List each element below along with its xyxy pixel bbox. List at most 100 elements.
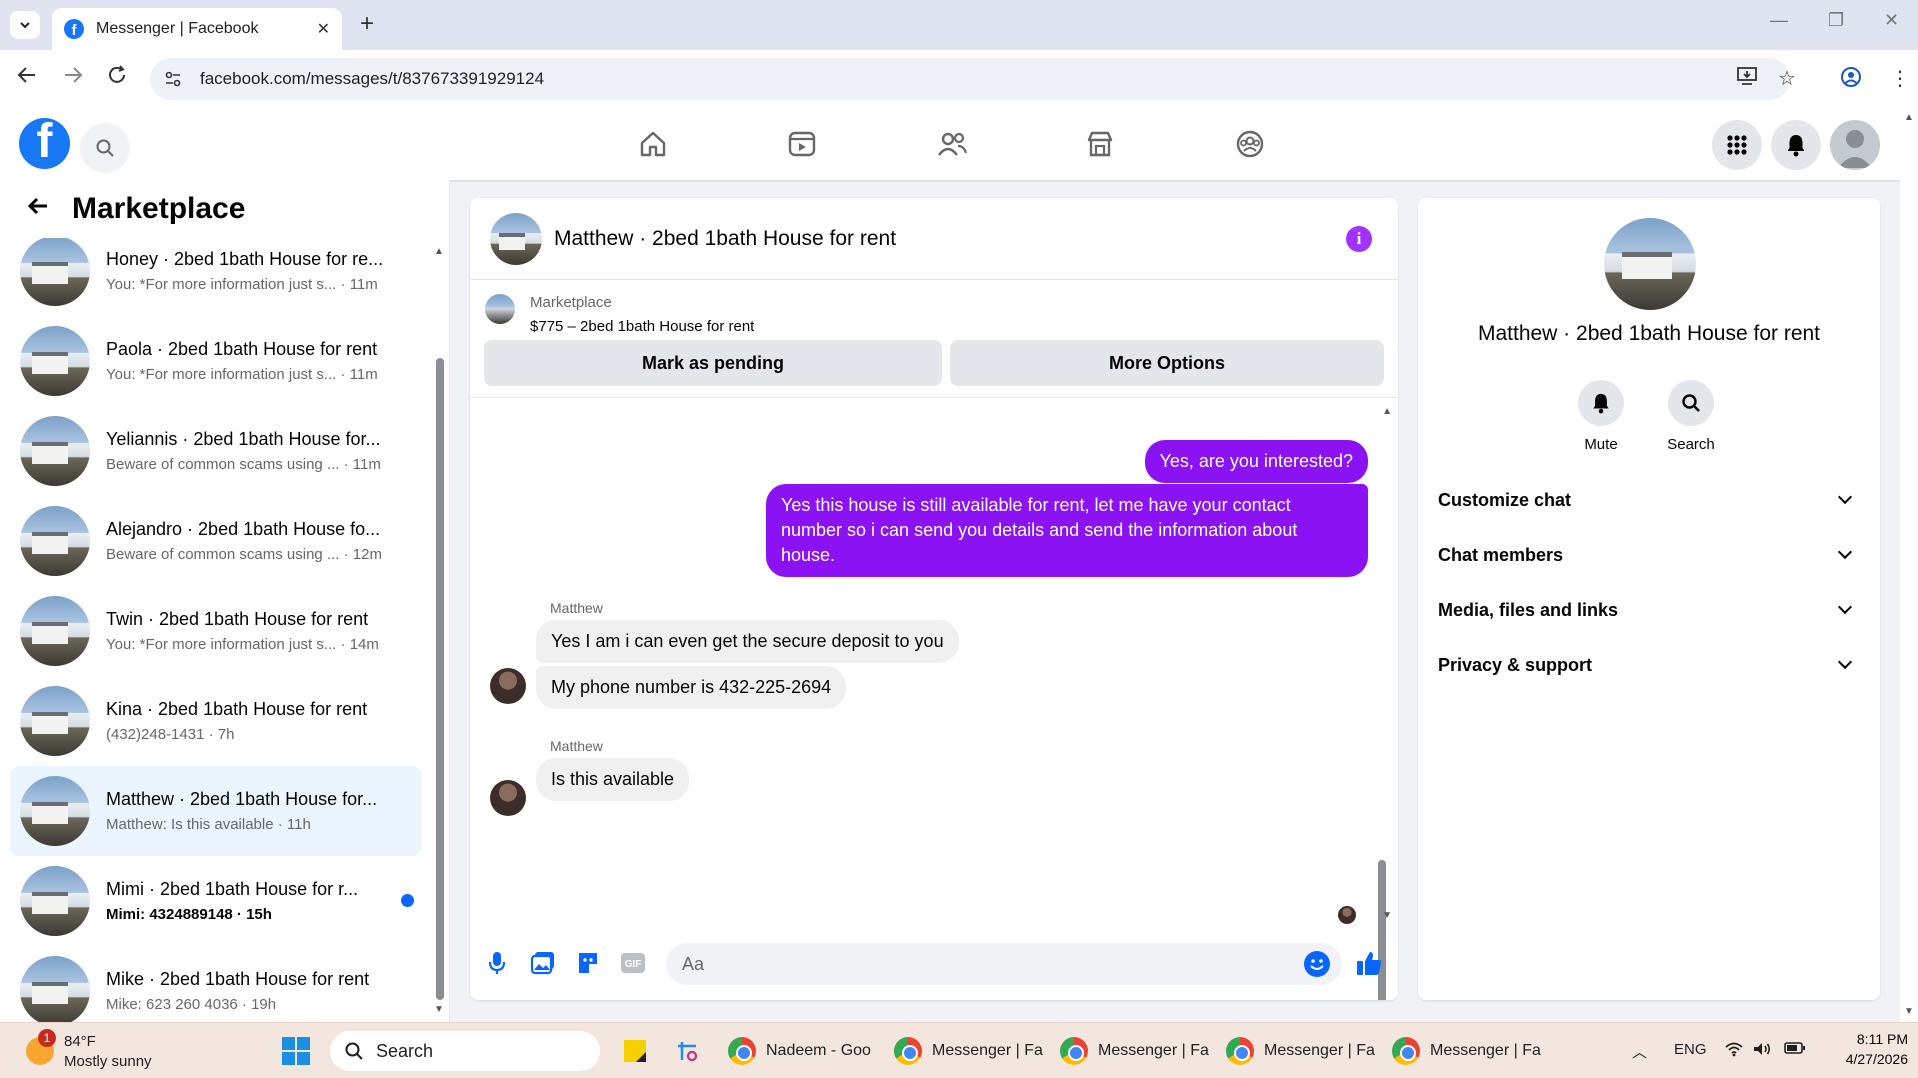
conversation-row[interactable]: Matthew · 2bed 1bath House for... Matthew… — [10, 766, 422, 856]
chat-listing-photo[interactable] — [490, 212, 542, 265]
more-options-button[interactable]: More Options — [950, 340, 1384, 386]
conversation-row[interactable]: Twin · 2bed 1bath House for rent You: *Fo… — [10, 586, 422, 676]
listing-thumbnail[interactable] — [485, 294, 515, 324]
restore-icon[interactable]: ❐ — [1828, 10, 1844, 31]
facebook-search-button[interactable] — [80, 123, 130, 173]
friends-nav-icon[interactable] — [932, 126, 972, 162]
mark-as-pending-button[interactable]: Mark as pending — [484, 340, 942, 386]
listing-title[interactable]: $775 – 2bed 1bath House for rent — [530, 318, 754, 335]
conversation-row[interactable]: Honey · 2bed 1bath House for re... You: *… — [10, 226, 422, 316]
media-files-links-section[interactable]: Media, files and links — [1438, 590, 1860, 630]
volume-icon[interactable] — [1752, 1041, 1772, 1061]
clock-date[interactable]: 4/27/2026 — [1828, 1051, 1908, 1067]
conversation-preview: You: *For more information just s... · 1… — [106, 276, 378, 293]
new-tab-button[interactable]: + — [352, 10, 382, 38]
privacy-support-section[interactable]: Privacy & support — [1438, 645, 1860, 685]
taskbar-app-chrome[interactable]: Messenger | Fa — [894, 1031, 1044, 1071]
tray-overflow-chevron-icon[interactable]: ︿ — [1632, 1041, 1647, 1062]
page-scrollbar[interactable]: ▲ ▼ — [1900, 108, 1918, 1022]
tab-search-button[interactable] — [10, 11, 40, 39]
facebook-logo-icon[interactable]: f — [19, 118, 70, 169]
matthew-avatar[interactable] — [490, 668, 526, 704]
seen-indicator-avatar — [1338, 906, 1356, 924]
taskbar-app-chrome[interactable]: Nadeem - Goo — [728, 1031, 878, 1071]
microphone-icon[interactable] — [482, 948, 512, 978]
conversation-text: Yeliannis · 2bed 1bath House for... Bewar… — [106, 429, 406, 473]
conversation-row[interactable]: Yeliannis · 2bed 1bath House for... Bewar… — [10, 406, 422, 496]
snipping-tool-icon[interactable] — [674, 1031, 704, 1071]
marketplace-nav-icon[interactable] — [1080, 126, 1120, 162]
conversation-name: Mike · 2bed 1bath House for rent — [106, 969, 370, 989]
battery-icon[interactable] — [1784, 1041, 1806, 1059]
chrome-icon — [1060, 1037, 1088, 1065]
taskbar-app-chrome[interactable]: Messenger | Fa — [1060, 1031, 1210, 1071]
mute-button[interactable]: Mute — [1556, 380, 1646, 453]
incoming-message: Yes I am i can even get the secure depos… — [536, 620, 959, 663]
chevron-down-icon — [20, 22, 30, 29]
video-nav-icon[interactable] — [782, 126, 822, 162]
chat-title[interactable]: Matthew · 2bed 1bath House for rent — [554, 227, 896, 251]
windows-start-icon[interactable] — [282, 1037, 310, 1065]
weather-temperature[interactable]: 84°F — [64, 1033, 96, 1050]
clock-time[interactable]: 8:11 PM — [1838, 1031, 1908, 1047]
home-nav-icon[interactable] — [633, 126, 673, 162]
photo-icon[interactable] — [528, 948, 558, 978]
sticker-icon[interactable] — [573, 948, 603, 978]
reload-icon — [109, 65, 125, 83]
listing-thumbnail — [20, 506, 90, 576]
marketplace-listing-bar: Marketplace $775 – 2bed 1bath House for … — [470, 280, 1398, 398]
sticky-notes-icon[interactable] — [622, 1031, 650, 1071]
site-settings-icon[interactable] — [164, 70, 182, 88]
url-omnibox[interactable]: facebook.com/messages/t/837673391929124 — [150, 58, 1790, 100]
conversation-name: Twin · 2bed 1bath House for rent — [106, 609, 369, 629]
listing-profile-photo[interactable] — [1604, 218, 1696, 310]
forward-button[interactable] — [62, 64, 84, 92]
bookmark-star-icon[interactable]: ☆ — [1778, 66, 1796, 91]
account-avatar[interactable] — [1830, 120, 1880, 170]
conversation-row[interactable]: Paola · 2bed 1bath House for rent You: *F… — [10, 316, 422, 406]
thumbs-up-icon[interactable] — [1354, 948, 1384, 978]
info-icon[interactable]: i — [1346, 226, 1372, 252]
page-scroll-down-arrow[interactable]: ▼ — [1904, 1006, 1914, 1017]
gif-icon[interactable]: GIF — [618, 948, 648, 978]
menu-grid-button[interactable] — [1712, 120, 1762, 170]
reload-button[interactable] — [106, 64, 128, 92]
install-app-icon[interactable] — [1736, 66, 1758, 92]
conversation-preview: Mimi: 4324889148 · 15h — [106, 906, 272, 923]
conversation-row[interactable]: Mimi · 2bed 1bath House for r... Mimi: 43… — [10, 856, 422, 946]
language-indicator[interactable]: ENG — [1674, 1041, 1707, 1058]
back-button[interactable] — [16, 64, 38, 92]
conversation-list-scrollbar[interactable] — [436, 358, 444, 1000]
conversation-row[interactable]: Alejandro · 2bed 1bath House fo... Beware… — [10, 496, 422, 586]
scroll-down-arrow[interactable]: ▼ — [434, 1004, 444, 1015]
matthew-avatar[interactable] — [490, 780, 526, 816]
groups-nav-icon[interactable] — [1230, 126, 1270, 162]
back-arrow-icon[interactable] — [26, 192, 50, 226]
taskbar-app-chrome[interactable]: Messenger | Fa — [1226, 1031, 1376, 1071]
chat-members-section[interactable]: Chat members — [1438, 535, 1860, 575]
close-window-icon[interactable]: ✕ — [1884, 10, 1899, 31]
thread-scroll-up-arrow[interactable]: ▲ — [1382, 406, 1392, 417]
conversation-text: Honey · 2bed 1bath House for re... You: *… — [106, 249, 406, 293]
marketplace-conversation-panel: Marketplace Honey · 2bed 1bath House for… — [0, 180, 450, 1022]
page-scroll-up-arrow[interactable]: ▲ — [1904, 112, 1914, 123]
search-conversation-button[interactable]: Search — [1646, 380, 1736, 453]
conversation-row[interactable]: Mike · 2bed 1bath House for rent Mike: 62… — [10, 946, 422, 1022]
notifications-button[interactable] — [1771, 120, 1821, 170]
minimize-icon[interactable]: — — [1770, 10, 1788, 31]
emoji-icon[interactable] — [1304, 951, 1330, 977]
conversation-row[interactable]: Kina · 2bed 1bath House for rent (432)248… — [10, 676, 422, 766]
search-icon — [96, 139, 114, 157]
browser-tab-messenger[interactable]: f Messenger | Facebook ✕ — [52, 8, 342, 50]
message-input[interactable]: Aa — [666, 943, 1342, 985]
thread-scroll-down-arrow[interactable]: ▼ — [1382, 910, 1392, 921]
taskbar-app-chrome[interactable]: Messenger | Fa — [1392, 1031, 1542, 1071]
customize-chat-section[interactable]: Customize chat — [1438, 480, 1860, 520]
tab-close-icon[interactable]: ✕ — [317, 19, 330, 39]
weather-description[interactable]: Mostly sunny — [64, 1053, 152, 1070]
scroll-up-arrow[interactable]: ▲ — [434, 246, 444, 257]
profile-icon[interactable] — [1840, 66, 1862, 94]
browser-menu-icon[interactable]: ⋮ — [1890, 66, 1910, 91]
wifi-icon[interactable] — [1724, 1041, 1744, 1061]
taskbar-search[interactable]: Search — [330, 1031, 600, 1071]
